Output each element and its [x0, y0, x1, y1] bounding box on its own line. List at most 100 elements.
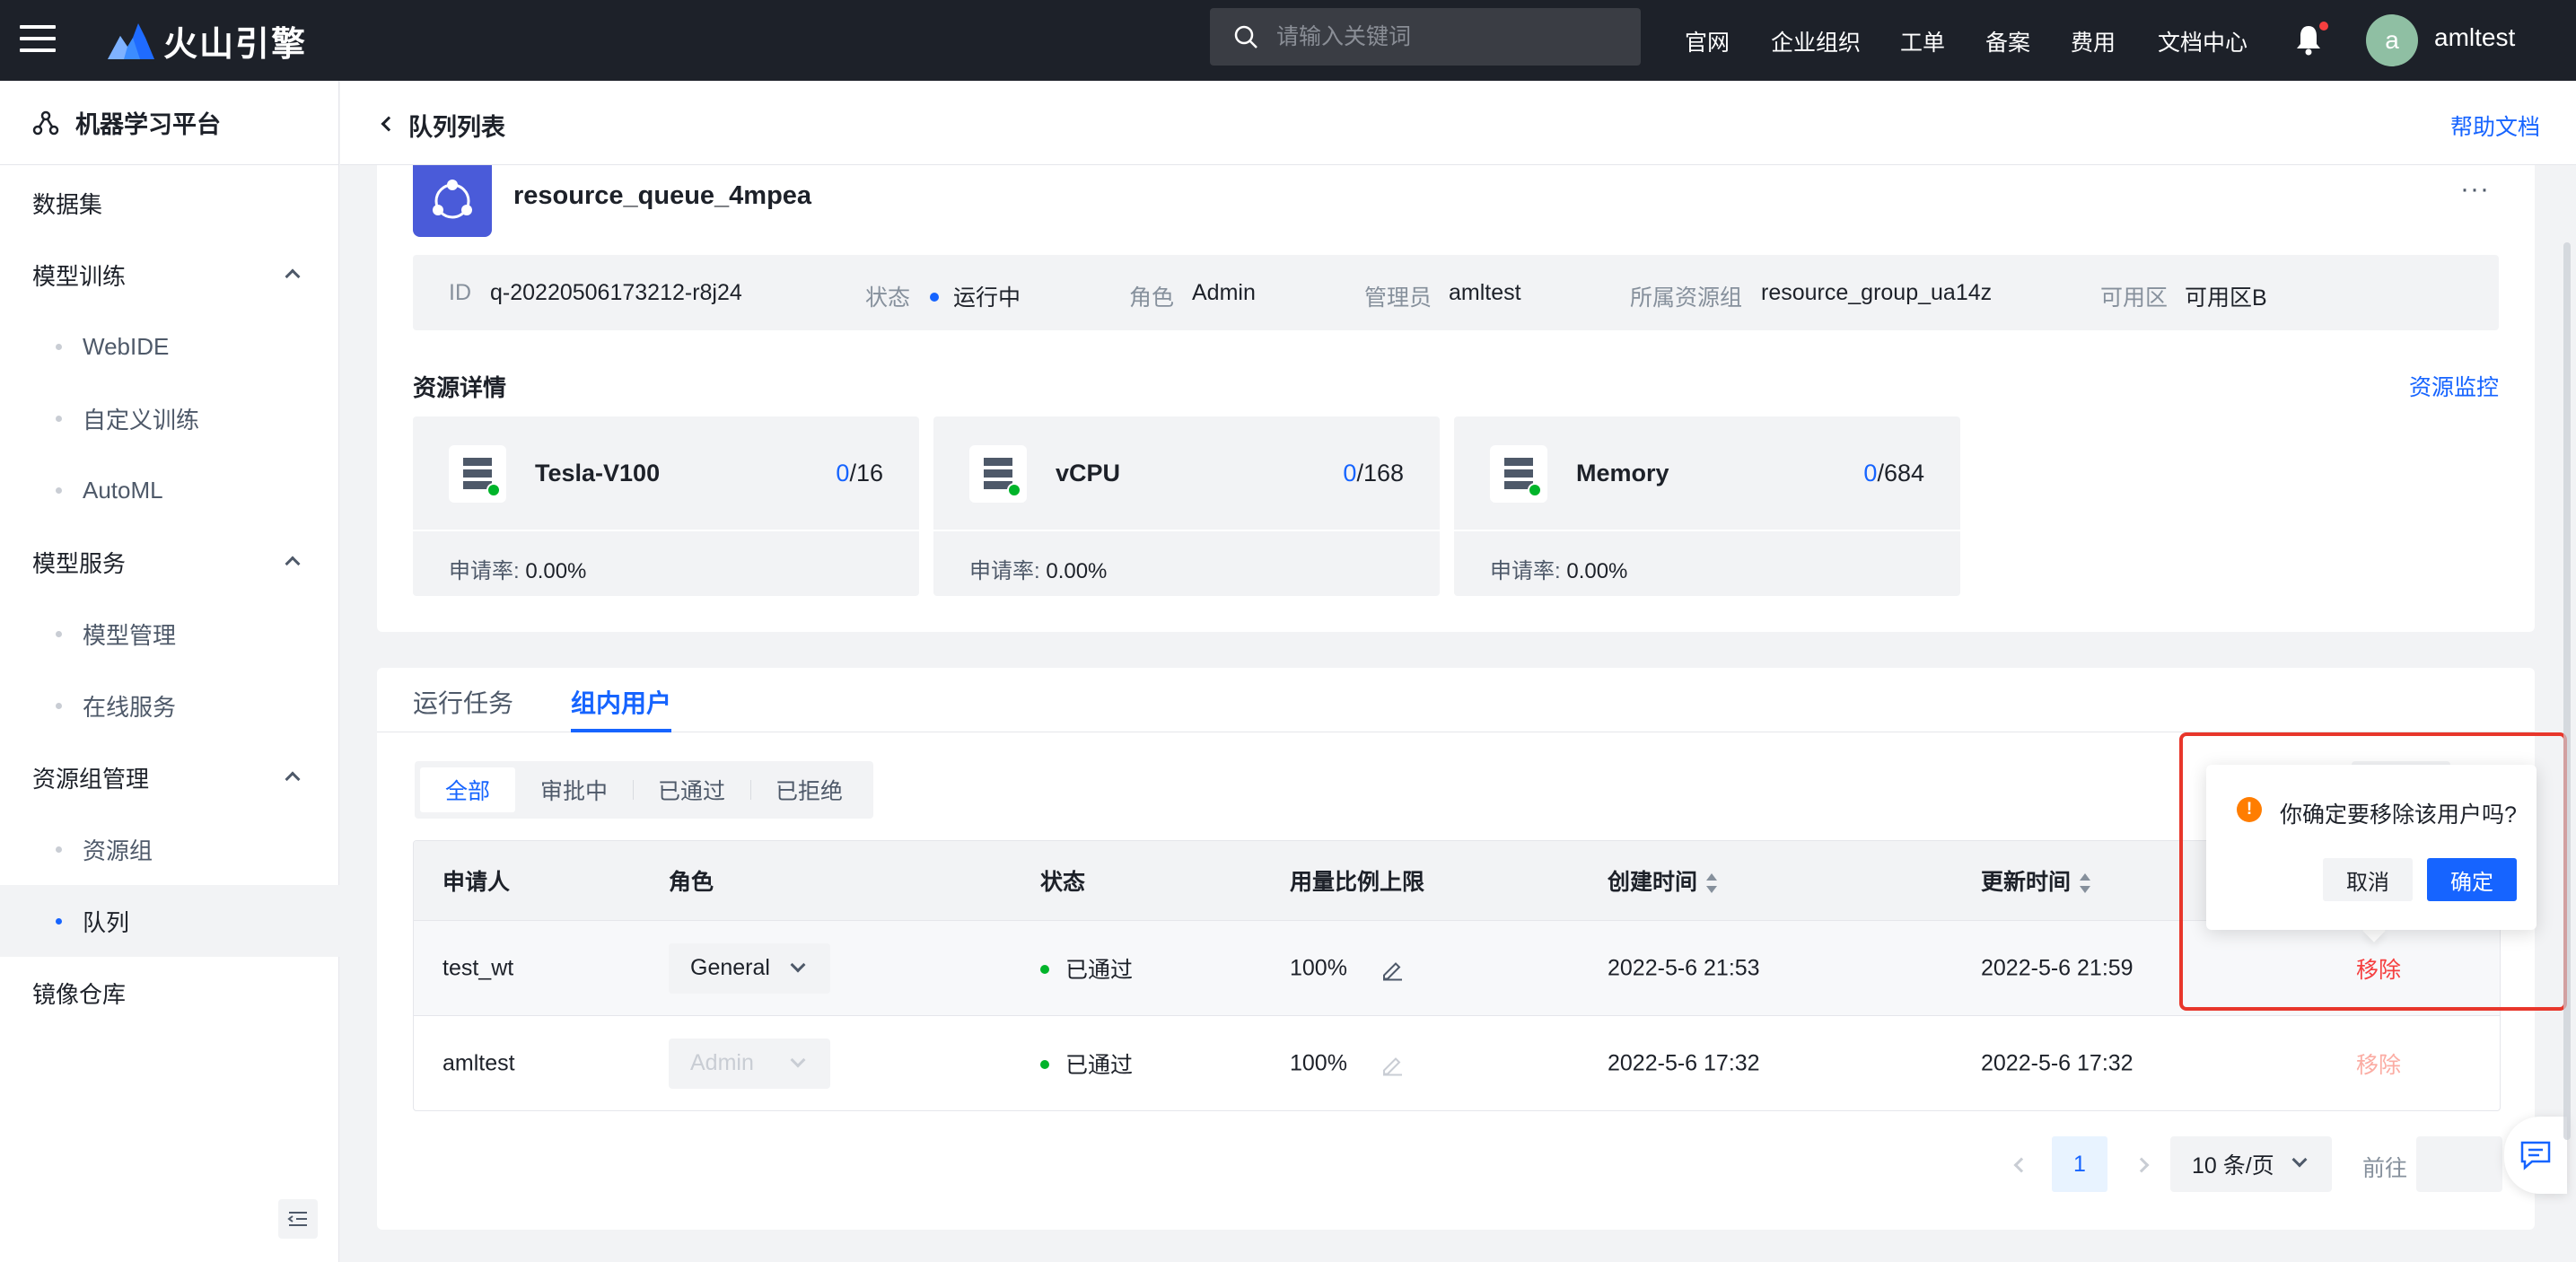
table-row: amltest Admin 已通过 100% 2022-5-6 17:32 20… — [414, 1015, 2500, 1110]
menu-icon[interactable] — [20, 25, 56, 56]
col-updated-label: 更新时间 — [1981, 870, 2072, 895]
resource-card-memory: Memory 0/684 申请率: 0.00% — [1454, 416, 1960, 596]
nav-organization[interactable]: 企业组织 — [1771, 25, 1861, 57]
filter-rejected[interactable]: 已拒绝 — [750, 767, 868, 812]
sidebar-item-datasets[interactable]: 数据集 — [0, 167, 339, 239]
sidebar-item-resource-group-management[interactable]: 资源组管理 — [0, 741, 339, 813]
page-scrollbar[interactable] — [2563, 242, 2571, 1140]
ml-platform-icon — [32, 110, 59, 135]
search-input[interactable] — [1276, 23, 1617, 50]
resource-details-title: 资源详情 — [413, 374, 507, 401]
sort-icon[interactable] — [2080, 873, 2091, 894]
filter-pending[interactable]: 审批中 — [515, 767, 633, 812]
rate-label: 申请率: — [1490, 559, 1561, 583]
page-number-1[interactable]: 1 — [2052, 1136, 2107, 1192]
server-icon — [449, 445, 506, 503]
feedback-chat-button[interactable] — [2504, 1117, 2567, 1194]
sidebar-item-image-registry[interactable]: 镜像仓库 — [0, 957, 339, 1029]
brand-name: 火山引擎 — [163, 25, 308, 64]
bell-icon[interactable] — [2295, 23, 2322, 56]
search-icon — [1234, 25, 1257, 48]
sidebar-item-label: 模型服务 — [32, 549, 127, 577]
username[interactable]: amltest — [2434, 23, 2515, 52]
status-cell: 已通过 — [1040, 1047, 1133, 1080]
chevron-up-icon — [285, 556, 301, 572]
chat-icon — [2520, 1141, 2551, 1170]
nav-filing[interactable]: 备案 — [1985, 25, 2030, 57]
sidebar-item-label: 资源组 — [83, 837, 153, 864]
sidebar-item-label: 模型管理 — [83, 621, 177, 649]
usage-limit-cell: 100% — [1290, 1050, 1404, 1076]
usage-limit-value: 100% — [1290, 1050, 1347, 1075]
filter-approved[interactable]: 已通过 — [633, 767, 750, 812]
col-applicant: 申请人 — [442, 870, 511, 895]
nav-docs[interactable]: 文档中心 — [2158, 25, 2247, 57]
notification-badge — [2319, 22, 2328, 31]
sidebar-item-model-training[interactable]: 模型训练 — [0, 239, 339, 311]
resource-group-label: 所属资源组 — [1630, 285, 1743, 311]
sidebar-item-online-service[interactable]: 在线服务 — [0, 670, 339, 741]
prev-page-icon[interactable] — [2013, 1157, 2029, 1173]
status-dot-icon — [930, 293, 939, 302]
role-select-value: General — [690, 955, 770, 980]
chevron-up-icon — [285, 268, 301, 285]
resource-usage: 0/684 — [1863, 460, 1924, 487]
status-label: 状态 — [865, 285, 911, 311]
resource-usage: 0/16 — [836, 460, 883, 487]
role-select-disabled: Admin — [669, 1038, 830, 1089]
next-page-icon[interactable] — [2134, 1157, 2150, 1173]
avatar[interactable]: a — [2366, 14, 2418, 66]
chevron-up-icon — [285, 771, 301, 787]
page-title[interactable]: 队列列表 — [408, 108, 505, 143]
nav-billing[interactable]: 费用 — [2071, 25, 2116, 57]
nav-official-site[interactable]: 官网 — [1685, 25, 1730, 57]
sidebar-item-custom-training[interactable]: 自定义训练 — [0, 382, 339, 454]
col-created-time[interactable]: 创建时间 — [1608, 864, 1718, 897]
resource-used: 0 — [1343, 460, 1357, 486]
sidebar-item-label: 数据集 — [32, 190, 103, 218]
nav-tickets[interactable]: 工单 — [1900, 25, 1945, 57]
sidebar-item-model-service[interactable]: 模型服务 — [0, 526, 339, 598]
col-role: 角色 — [669, 870, 714, 895]
role-label: 角色 — [1129, 285, 1175, 311]
sort-icon[interactable] — [1706, 873, 1718, 894]
remove-button-disabled: 移除 — [2356, 1052, 2402, 1078]
sidebar-item-model-management[interactable]: 模型管理 — [0, 598, 339, 670]
created-time-cell: 2022-5-6 21:53 — [1608, 955, 1760, 980]
resource-rate: 申请率: 0.00% — [1490, 553, 1627, 584]
collapse-sidebar-button[interactable] — [278, 1199, 318, 1239]
role-select[interactable]: General — [669, 942, 830, 994]
sidebar-item-label: 队列 — [83, 908, 130, 936]
brand-logo[interactable]: 火山引擎 — [106, 18, 308, 64]
volcano-logo-icon — [108, 23, 154, 59]
help-docs-link[interactable]: 帮助文档 — [2450, 110, 2540, 142]
admin-value: amltest — [1449, 280, 1521, 305]
resource-total: /168 — [1356, 460, 1404, 486]
status-text: 已通过 — [1065, 1052, 1134, 1078]
search-box[interactable] — [1210, 8, 1641, 66]
resource-monitor-link[interactable]: 资源监控 — [2409, 370, 2499, 402]
applicant-cell: test_wt — [442, 955, 514, 980]
sidebar: 机器学习平台 数据集 模型训练 WebIDE 自定义训练 AutoML 模型服务… — [0, 81, 339, 1262]
sidebar-item-automl[interactable]: AutoML — [0, 454, 339, 526]
tab-running-tasks[interactable]: 运行任务 — [413, 684, 513, 720]
resource-used: 0 — [1863, 460, 1878, 486]
page-size-select[interactable]: 10 条/页 — [2170, 1136, 2332, 1192]
status-filter: 全部 审批中 已通过 已拒绝 — [415, 761, 874, 819]
tab-group-users[interactable]: 组内用户 — [571, 684, 671, 720]
edit-icon[interactable] — [1380, 957, 1404, 981]
sidebar-item-queue[interactable]: 队列 — [0, 885, 339, 957]
tab-underline — [571, 729, 671, 732]
col-updated-time[interactable]: 更新时间 — [1981, 864, 2091, 897]
filter-all[interactable]: 全部 — [420, 767, 516, 812]
more-icon[interactable]: ··· — [2460, 174, 2490, 205]
status-text: 运行中 — [953, 285, 1021, 311]
sidebar-item-resource-group[interactable]: 资源组 — [0, 813, 339, 885]
annotation-highlight-box — [2179, 732, 2567, 1011]
goto-page-input[interactable] — [2416, 1136, 2502, 1192]
status-dot-icon — [1040, 964, 1049, 974]
rate-value: 0.00% — [1046, 559, 1108, 583]
sidebar-item-webide[interactable]: WebIDE — [0, 311, 339, 382]
sidebar-item-label: 模型训练 — [32, 262, 127, 290]
back-chevron-icon[interactable] — [381, 116, 397, 132]
